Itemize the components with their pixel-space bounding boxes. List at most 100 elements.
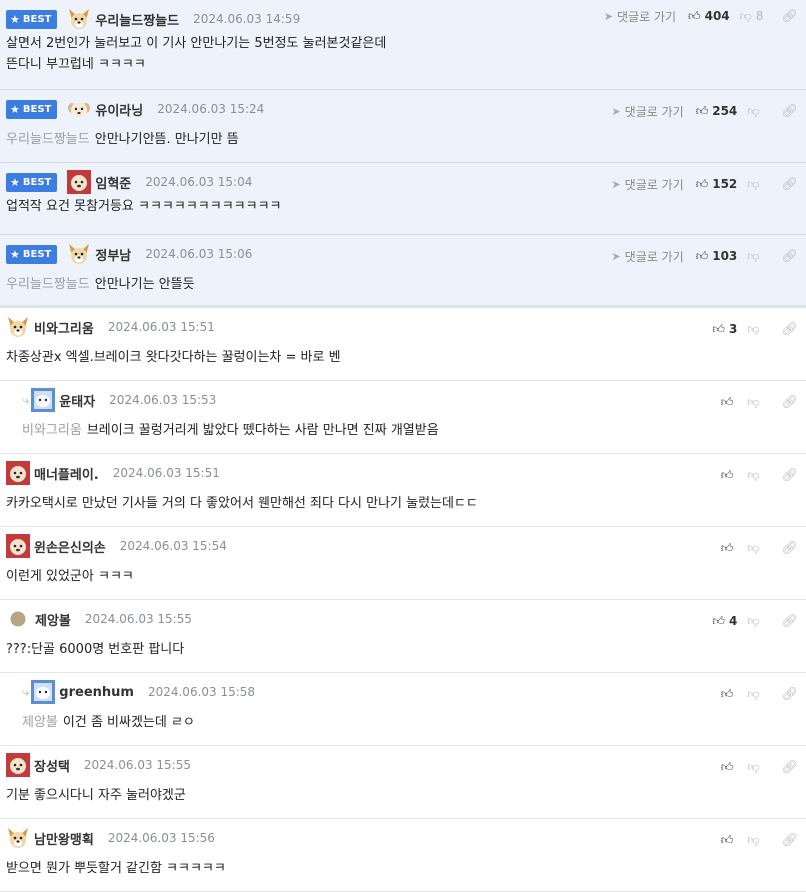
downvote-button[interactable]: 👎︎	[747, 395, 763, 410]
upvote-button[interactable]: 👍︎	[721, 760, 738, 775]
avatar[interactable]	[6, 753, 30, 777]
downvote-button[interactable]: 👎︎	[747, 104, 763, 119]
comment-body: 차종상관x 엑셀.브레이크 왓다갓다하는 꿀렁이는차 = 바로 벤	[6, 347, 341, 368]
comment-body: ???:단골 6000명 번호판 팝니다	[6, 639, 184, 660]
link-icon[interactable]: 🔗︎	[781, 833, 798, 848]
upvote-button[interactable]: 👍︎	[721, 541, 738, 556]
thumbs-down-icon: 👎︎	[747, 321, 760, 336]
upvote-button[interactable]: 👍︎ 103	[696, 249, 738, 264]
avatar[interactable]	[67, 242, 91, 266]
nickname[interactable]: 매너플레이.	[34, 464, 99, 483]
link-icon[interactable]: 🔗︎	[781, 249, 798, 264]
downvote-button[interactable]: 👎︎	[747, 614, 763, 629]
link-icon[interactable]: 🔗︎	[781, 104, 798, 119]
comment-body: 기분 좋으시다니 자주 눌러야겠군	[6, 785, 186, 806]
comment-text: 차종상관x 엑셀.브레이크 왓다갓다하는 꿀렁이는차 = 바로 벤	[6, 350, 341, 365]
link-icon[interactable]: 🔗︎	[781, 395, 798, 410]
comment-date: 2024.06.03 15:51	[112, 466, 220, 480]
avatar[interactable]	[6, 315, 30, 339]
downvote-button[interactable]: 👎︎	[747, 322, 763, 337]
downvote-button[interactable]: 👎︎	[747, 177, 763, 192]
best-label: BEST	[22, 248, 52, 260]
comment-line: 기분 좋으시다니 자주 눌러야겠군	[6, 785, 186, 806]
thumbs-down-icon: 👎︎	[747, 540, 760, 555]
comment-line: 우리늘드짱늘드 안만나기는 안뜰듯	[6, 274, 195, 295]
upvote-button[interactable]: 👍︎	[721, 468, 738, 483]
downvote-button[interactable]: 👎︎	[747, 541, 763, 556]
upvote-button[interactable]: 👍︎ 3	[712, 322, 737, 337]
thumbs-up-icon: 👍︎	[720, 394, 734, 409]
nickname[interactable]: greenhum	[59, 685, 134, 700]
link-icon[interactable]: 🔗︎	[781, 614, 798, 629]
avatar[interactable]	[31, 388, 56, 412]
avatar[interactable]	[6, 826, 30, 850]
thumbs-up-icon: 👍︎	[695, 176, 709, 191]
avatar[interactable]	[67, 7, 91, 31]
comment-actions: 👍︎ 👎︎ 🔗︎	[721, 830, 798, 850]
best-badge: ★ BEST	[6, 9, 58, 29]
downvote-count: 8	[755, 9, 764, 23]
nickname[interactable]: 정부남	[95, 245, 131, 264]
link-icon[interactable]: 🔗︎	[781, 177, 798, 192]
go-to-reply-link[interactable]: ➤ 댓글로 가기	[604, 8, 676, 25]
upvote-button[interactable]: 👍︎ 152	[696, 177, 738, 192]
comment-header: ⤷ 윤태자 2024.06.03 15:53	[22, 387, 216, 413]
upvote-button[interactable]: 👍︎ 254	[696, 104, 738, 119]
link-icon[interactable]: 🔗︎	[781, 541, 798, 556]
go-to-reply-link[interactable]: ➤ 댓글로 가기	[611, 176, 683, 193]
link-icon[interactable]: 🔗︎	[781, 322, 798, 337]
mention-nickname[interactable]: 비와그리움	[22, 423, 82, 438]
best-comment: ★ BEST 우리늘드짱늘드 2024.06.03 14:59 살면서 2번인가 눌러보…	[0, 0, 806, 90]
downvote-button[interactable]: 👎︎ 8	[740, 9, 764, 24]
nickname[interactable]: 남만왕맹획	[34, 829, 94, 848]
nickname[interactable]: 유이라닝	[95, 100, 143, 119]
downvote-button[interactable]: 👎︎	[747, 687, 763, 702]
link-icon[interactable]: 🔗︎	[781, 468, 798, 483]
star-icon: ★	[10, 102, 20, 116]
comment-header: ⤷ greenhum 2024.06.03 15:58	[22, 679, 255, 705]
upvote-count: 254	[712, 104, 738, 118]
thumbs-down-icon: 👎︎	[747, 467, 760, 482]
link-icon[interactable]: 🔗︎	[781, 687, 798, 702]
upvote-button[interactable]: 👍︎ 404	[688, 9, 730, 24]
mention-nickname[interactable]: 우리늘드짱늘드	[6, 277, 90, 292]
upvote-button[interactable]: 👍︎	[721, 687, 738, 702]
avatar[interactable]	[6, 534, 30, 558]
upvote-count: 404	[704, 9, 730, 23]
comment-line: 받으면 뭔가 뿌듯할거 같긴함 ㅋㅋㅋㅋㅋ	[6, 858, 226, 879]
mention-nickname[interactable]: 제앙볼	[22, 715, 58, 730]
thumbs-up-icon: 👍︎	[712, 321, 725, 336]
avatar[interactable]	[6, 461, 30, 485]
avatar[interactable]	[10, 611, 26, 627]
avatar[interactable]	[67, 170, 92, 194]
upvote-button[interactable]: 👍︎	[721, 833, 738, 848]
comment-body: 우리늘드짱늘드 안만나기는 안뜰듯	[6, 274, 195, 295]
comment-line: 카카오택시로 만났던 기사들 거의 다 좋았어서 웬만해선 죄다 다시 만나기 …	[6, 493, 478, 514]
comment-header: ★ BEST 우리늘드짱늘드 2024.06.03 14:59	[6, 6, 300, 32]
avatar[interactable]	[67, 97, 91, 121]
thumbs-up-icon: 👍︎	[720, 540, 734, 555]
link-icon[interactable]: 🔗︎	[781, 9, 798, 24]
downvote-button[interactable]: 👎︎	[747, 833, 763, 848]
nickname[interactable]: 제앙볼	[35, 610, 71, 629]
nickname[interactable]: 임혁준	[95, 173, 131, 192]
nickname[interactable]: 윤태자	[59, 391, 95, 410]
nickname[interactable]: 우리늘드짱늘드	[95, 10, 179, 29]
nickname[interactable]: 윈손은신의손	[34, 537, 106, 556]
go-to-reply-link[interactable]: ➤ 댓글로 가기	[611, 103, 683, 120]
comment-line: 우리늘드짱늘드 안만나기안뜸. 만나기만 뜸	[6, 129, 239, 150]
downvote-button[interactable]: 👎︎	[747, 760, 763, 775]
comment-date: 2024.06.03 15:58	[147, 685, 256, 699]
upvote-button[interactable]: 👍︎ 4	[712, 614, 737, 629]
mention-nickname[interactable]: 우리늘드짱늘드	[6, 132, 90, 147]
avatar[interactable]	[31, 680, 56, 704]
upvote-button[interactable]: 👍︎	[721, 395, 738, 410]
downvote-button[interactable]: 👎︎	[747, 468, 763, 483]
go-to-reply-link[interactable]: ➤ 댓글로 가기	[611, 248, 683, 265]
comment-header: 매너플레이. 2024.06.03 15:51	[6, 460, 220, 486]
link-icon[interactable]: 🔗︎	[781, 760, 798, 775]
downvote-button[interactable]: 👎︎	[747, 249, 763, 264]
nickname[interactable]: 장성택	[34, 756, 70, 775]
upvote-count: 103	[712, 249, 738, 263]
nickname[interactable]: 비와그리움	[34, 318, 94, 337]
